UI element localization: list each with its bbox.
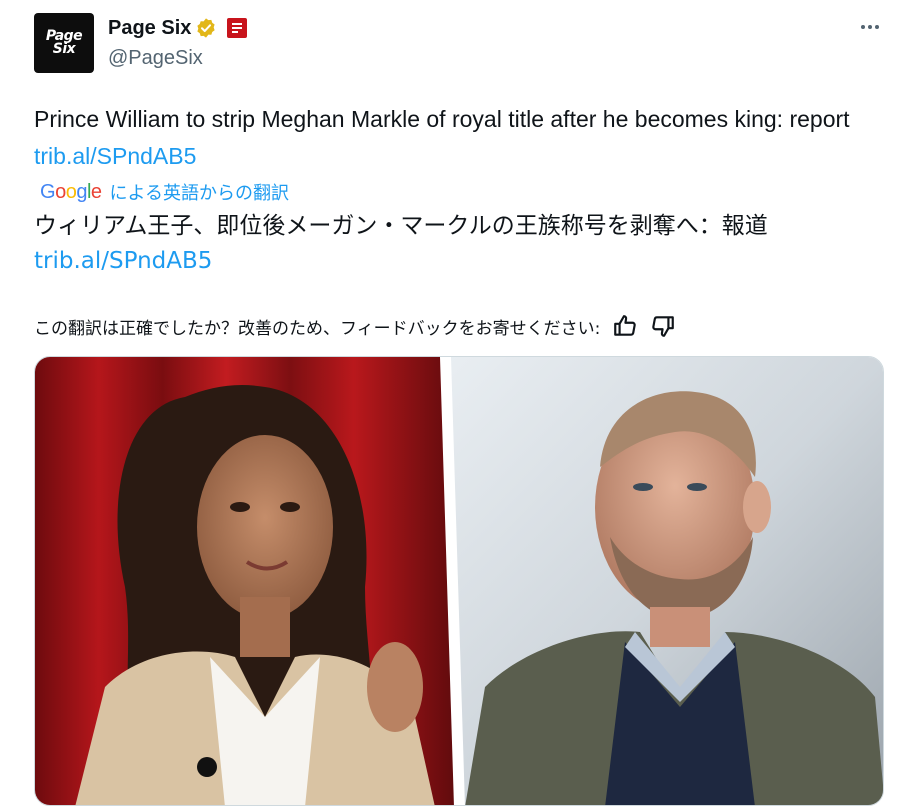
translation-label: による英語からの翻訳 bbox=[109, 183, 289, 203]
author-name-row: Page Six bbox=[108, 15, 248, 41]
more-icon bbox=[861, 25, 865, 29]
google-logo: Google bbox=[40, 181, 102, 204]
google-letter-o1: o bbox=[55, 180, 66, 203]
google-letter-g2: g bbox=[76, 180, 87, 203]
more-options-button[interactable] bbox=[852, 14, 888, 40]
tweet-text-body: Prince William to strip Meghan Markle of… bbox=[34, 106, 850, 132]
display-name[interactable]: Page Six bbox=[108, 17, 191, 40]
more-icon-dot bbox=[875, 25, 879, 29]
translation-feedback: この翻訳は正確でしたか？改善のため、フィードバックをお寄せください: bbox=[34, 312, 676, 340]
avatar[interactable]: Page Six bbox=[34, 13, 94, 73]
thumbs-up-icon[interactable] bbox=[612, 313, 638, 339]
tweet-media-image[interactable] bbox=[34, 356, 884, 806]
google-letter-o2: o bbox=[65, 180, 77, 203]
thumbs-down-icon[interactable] bbox=[650, 313, 676, 339]
media-photo bbox=[35, 357, 883, 805]
tweet-link[interactable]: trib.al/SPndAB5 bbox=[34, 143, 196, 169]
verified-badge-icon bbox=[197, 18, 216, 38]
google-letter-g: G bbox=[40, 180, 56, 203]
affiliate-badge[interactable] bbox=[227, 18, 248, 38]
avatar-text-line2: Six bbox=[52, 41, 76, 57]
tweet-text: Prince William to strip Meghan Markle of… bbox=[34, 101, 884, 175]
translated-text-body: ウィリアム王子、即位後メーガン・マークルの王族称号を剥奪へ：報道 bbox=[34, 213, 768, 239]
translated-link[interactable]: trib.al/SPndAB5 bbox=[34, 248, 212, 274]
more-icon-dot bbox=[868, 25, 872, 29]
feedback-question: この翻訳は正確でしたか？改善のため、フィードバックをお寄せください: bbox=[34, 318, 601, 339]
user-handle[interactable]: @PageSix bbox=[108, 47, 203, 70]
google-letter-e: e bbox=[90, 180, 102, 203]
translated-text: ウィリアム王子、即位後メーガン・マークルの王族称号を剥奪へ：報道 trib.al/… bbox=[34, 209, 884, 279]
affiliate-logo-icon bbox=[230, 21, 245, 35]
translation-attribution[interactable]: Google による英語からの翻訳 bbox=[40, 178, 289, 206]
